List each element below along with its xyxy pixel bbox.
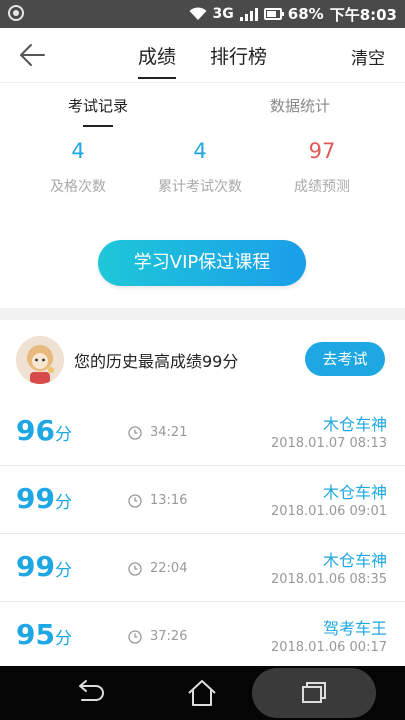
notification-icon [8, 5, 24, 21]
clock-icon [128, 425, 142, 440]
record-time: 2018.01.07 08:13 [270, 436, 387, 451]
network-type: 3G [212, 6, 234, 22]
record-score: 99分 [16, 550, 72, 583]
record-duration: 13:16 [150, 493, 188, 508]
record-time: 2018.01.06 09:01 [270, 504, 387, 519]
battery-icon [263, 8, 284, 20]
stat-value: 4 [193, 139, 207, 163]
record-duration: 22:04 [150, 561, 188, 576]
subtab-label: 考试记录 [68, 97, 129, 115]
stat-label: 及格次数 [50, 179, 106, 195]
arrow-left-icon[interactable] [18, 42, 46, 68]
stat-label: 成绩预测 [294, 179, 350, 195]
stat-value: 97 [308, 139, 336, 163]
score-value: 99 [16, 482, 55, 515]
record-time: 2018.01.06 08:35 [270, 572, 387, 587]
clock-icon [128, 629, 142, 644]
back-nav-icon[interactable] [70, 674, 110, 712]
stats-panel: 4 及格次数 4 累计考试次数 97 成绩预测 学习VIP保过课程 [0, 128, 405, 308]
record-time: 2018.01.06 00:17 [270, 640, 387, 655]
record-score: 95分 [16, 618, 72, 651]
score-unit: 分 [54, 561, 72, 581]
clear-button[interactable]: 清空 [351, 44, 385, 69]
record-name: 驾考车王 [322, 619, 387, 638]
record-duration: 37:26 [150, 629, 188, 644]
score-value: 96 [16, 414, 55, 447]
vip-course-button[interactable]: 学习VIP保过课程 [98, 240, 306, 286]
status-bar: 3G 68% 下午8:03 [0, 0, 405, 28]
record-score: 96分 [16, 414, 72, 447]
subtab-label: 数据统计 [270, 97, 331, 115]
stat-passes: 4 及格次数 [18, 138, 138, 196]
record-row[interactable]: 95分 37:26 驾考车王 2018.01.06 00:17 [0, 602, 405, 670]
system-nav-bar [0, 666, 405, 720]
tab-score[interactable]: 成绩 [138, 42, 177, 79]
score-value: 99 [16, 550, 55, 583]
record-duration: 34:21 [150, 425, 188, 440]
status-indicators: 3G 68% 下午8:03 [189, 4, 397, 24]
avatar [16, 336, 64, 384]
wifi-icon [189, 7, 207, 21]
record-name: 木仓车神 [322, 415, 387, 434]
record-row[interactable]: 99分 13:16 木仓车神 2018.01.06 09:01 [0, 466, 405, 534]
recents-nav-icon[interactable] [294, 674, 334, 712]
record-row[interactable]: 96分 34:21 木仓车神 2018.01.07 08:13 [0, 398, 405, 466]
score-unit: 分 [54, 493, 72, 513]
subtab-exam-records[interactable]: 考试记录 [68, 95, 129, 127]
stat-label: 累计考试次数 [158, 179, 242, 195]
record-score: 99分 [16, 482, 72, 515]
best-score-text: 您的历史最高成绩99分 [74, 352, 239, 371]
record-name: 木仓车神 [322, 551, 387, 570]
clock-time: 下午8:03 [329, 5, 397, 24]
clock-icon [128, 493, 142, 508]
record-name: 木仓车神 [322, 483, 387, 502]
subtab-statistics[interactable]: 数据统计 [270, 95, 330, 116]
go-exam-button[interactable]: 去考试 [305, 342, 385, 376]
stat-total-exams: 4 累计考试次数 [140, 138, 260, 196]
sub-tabs: 考试记录 数据统计 [0, 82, 405, 130]
best-score-row: 您的历史最高成绩99分 去考试 [0, 320, 405, 399]
records-list: 96分 34:21 木仓车神 2018.01.07 08:13 99分 13:1… [0, 398, 405, 670]
battery-level: 68% [287, 5, 324, 23]
score-unit: 分 [54, 629, 72, 649]
score-value: 95 [16, 618, 55, 651]
stat-prediction: 97 成绩预测 [262, 138, 382, 196]
score-unit: 分 [54, 425, 72, 445]
home-nav-icon[interactable] [182, 674, 222, 712]
record-row[interactable]: 99分 22:04 木仓车神 2018.01.06 08:35 [0, 534, 405, 602]
signal-icon [239, 7, 258, 21]
stat-value: 4 [71, 139, 85, 163]
app-header: 成绩 排行榜 清空 [0, 28, 405, 82]
tab-ranking[interactable]: 排行榜 [210, 42, 267, 69]
clock-icon [128, 561, 142, 576]
